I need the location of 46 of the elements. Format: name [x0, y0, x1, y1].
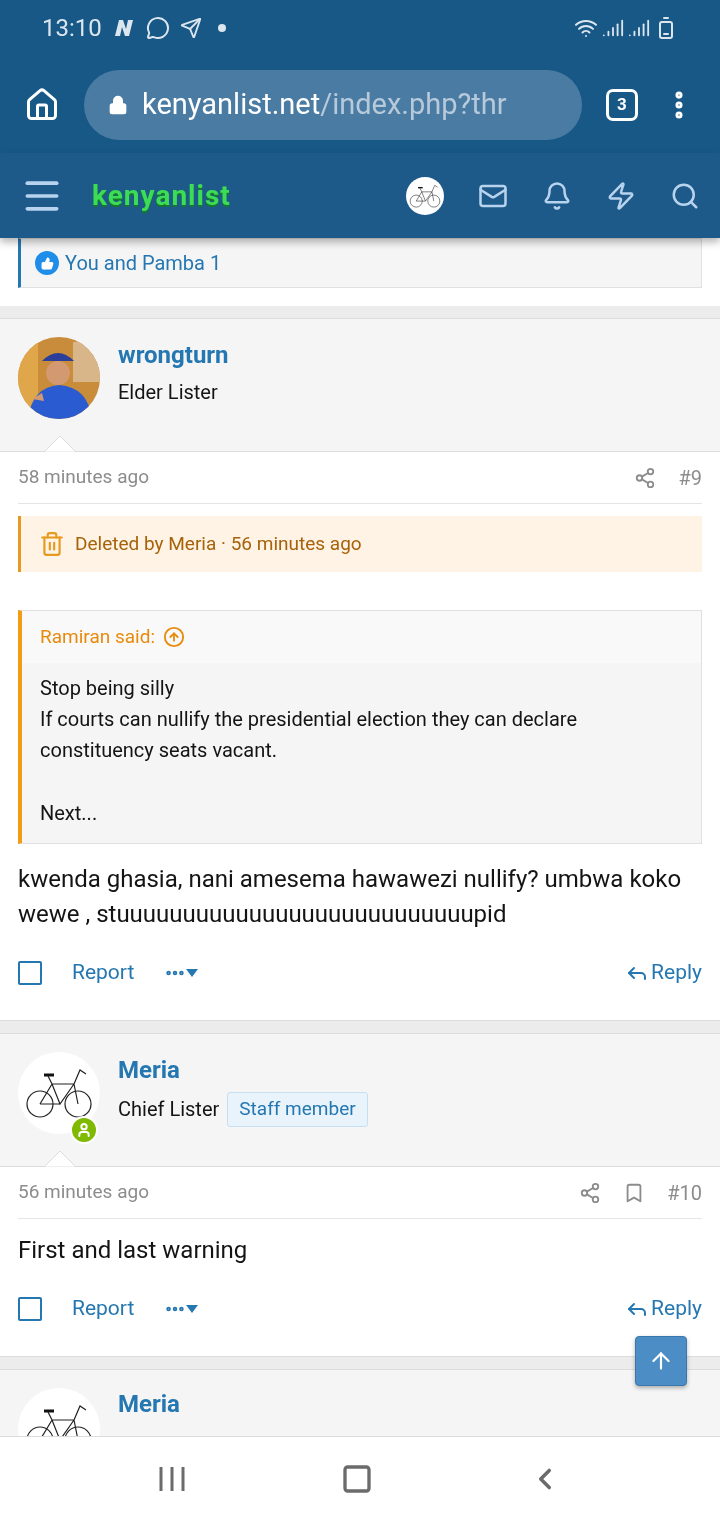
scroll-top-button[interactable] — [635, 1336, 687, 1386]
username-link[interactable]: Meria — [118, 1054, 368, 1086]
user-title: Chief Lister — [118, 1096, 220, 1124]
reply-link[interactable]: Reply — [651, 957, 702, 989]
post-body: First and last warning — [18, 1235, 249, 1266]
quote-author[interactable]: Ramiran said: — [40, 622, 155, 652]
tab-count-button[interactable]: 3 — [606, 88, 638, 121]
lock-icon — [108, 94, 128, 115]
reactions-bar[interactable]: You and Pamba 1 — [18, 238, 702, 288]
trash-icon — [39, 531, 65, 557]
username-link[interactable]: Meria — [118, 1388, 180, 1436]
arrow-up-icon[interactable] — [163, 626, 185, 648]
username-link[interactable]: wrongturn — [118, 339, 229, 371]
bell-icon[interactable] — [542, 180, 572, 211]
recent-apps-icon[interactable] — [157, 1465, 186, 1492]
signal-icon — [628, 17, 650, 39]
url-bar[interactable]: kenyanlist.net/index.php?thr — [84, 69, 582, 140]
report-link[interactable]: Report — [72, 957, 135, 989]
select-checkbox[interactable] — [18, 961, 42, 985]
staff-badge: Staff member — [227, 1092, 368, 1127]
site-logo[interactable]: kenyanlist — [92, 174, 231, 217]
home-icon[interactable] — [24, 86, 60, 123]
post-body: kwenda ghasia, nani amesema hawawezi nullify? umbwa koko wewe , stuuuuuuuuuuuuuuuuuuuuuuuuuuupid — [18, 864, 683, 930]
user-title: Elder Lister — [118, 379, 218, 406]
deleted-text: Deleted by Meria · 56 minutes ago — [75, 530, 362, 557]
signal-icon — [602, 17, 624, 39]
share-icon[interactable] — [634, 466, 657, 489]
report-link[interactable]: Report — [72, 1293, 135, 1325]
post-time: 58 minutes ago — [18, 464, 149, 491]
reactions-text: You and Pamba 1 — [65, 250, 222, 277]
post-time: 56 minutes ago — [18, 1179, 149, 1206]
share-icon[interactable] — [579, 1181, 602, 1204]
send-icon — [179, 17, 202, 39]
home-button-icon[interactable] — [341, 1462, 373, 1495]
post-number[interactable]: #10 — [667, 1177, 702, 1208]
lightning-icon[interactable] — [606, 180, 636, 211]
status-time: 13:10 — [42, 13, 102, 44]
quote-text: Stop being silly If courts can nullify the presidential election they can declare constituency seats vacant. — [40, 675, 578, 764]
url-text: kenyanlist.net/index.php?thr — [142, 85, 507, 123]
bicycle-avatar — [406, 176, 444, 215]
post-number[interactable]: #9 — [678, 462, 702, 493]
chat-icon — [145, 16, 170, 40]
like-icon — [35, 251, 59, 275]
select-checkbox[interactable] — [18, 1297, 42, 1321]
quote-text: Next... — [40, 800, 99, 827]
reply-link[interactable]: Reply — [651, 1293, 702, 1325]
